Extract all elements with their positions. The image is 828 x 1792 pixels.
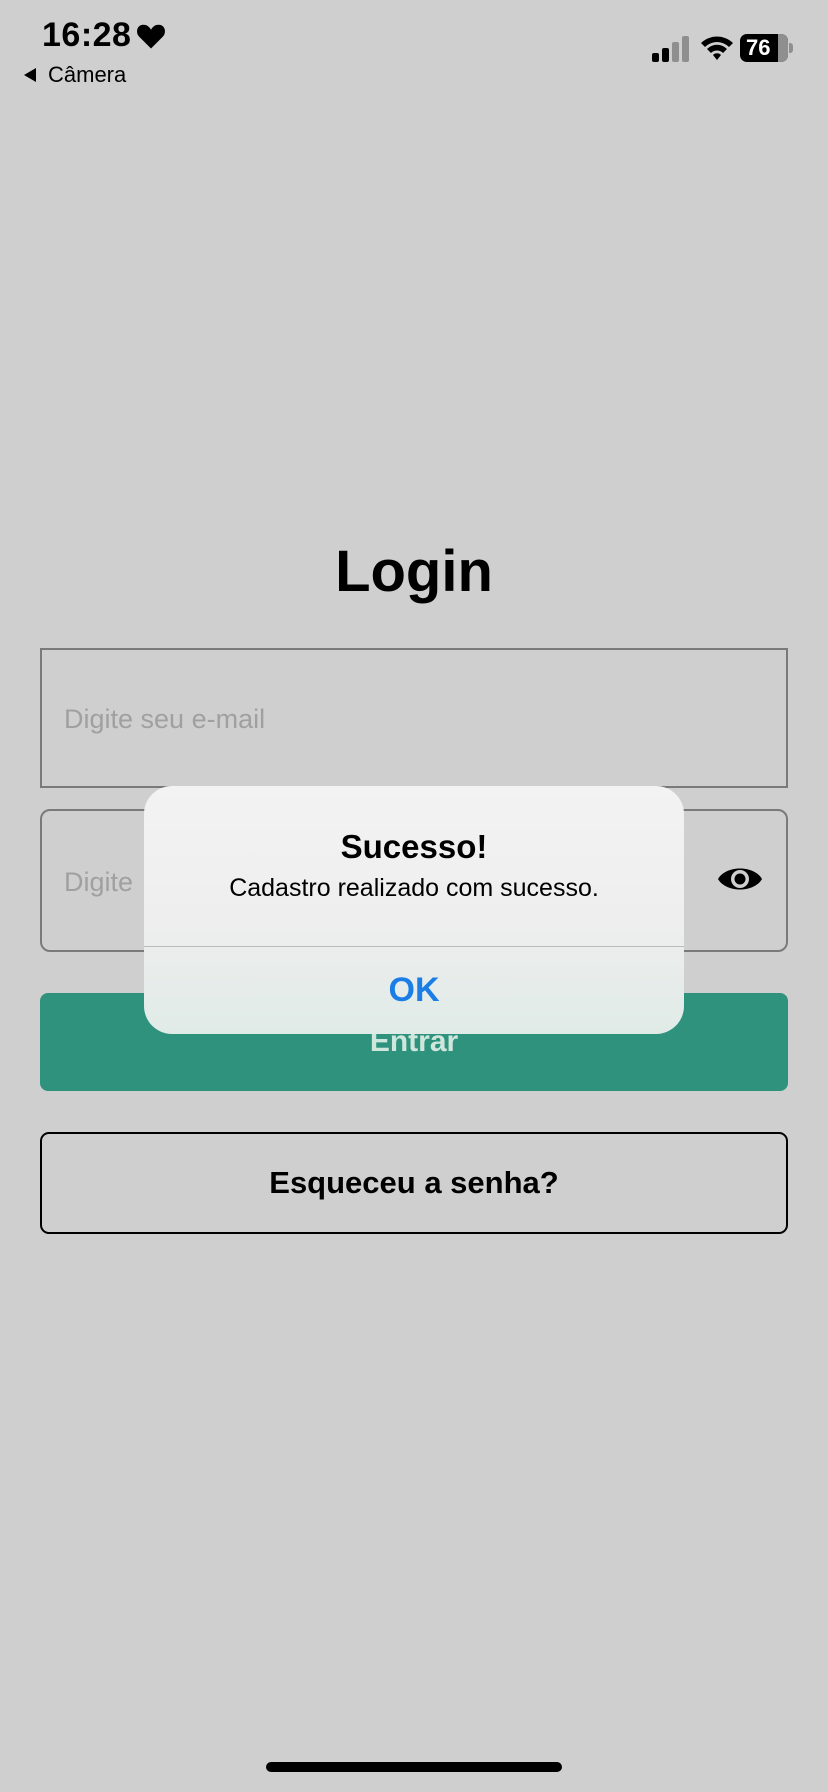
back-arrow-icon [24, 68, 36, 82]
alert-title: Sucesso! [340, 828, 488, 865]
page-title: Login [335, 539, 493, 604]
email-placeholder: Digite seu e-mail [64, 704, 266, 734]
wifi-icon [701, 36, 733, 60]
status-time: 16:28 [42, 16, 132, 54]
back-label: Câmera [48, 62, 127, 87]
battery-level: 76 [746, 35, 771, 60]
email-field[interactable]: Digite seu e-mail [40, 648, 788, 788]
home-indicator[interactable] [266, 1762, 562, 1772]
cellular-signal-icon [652, 36, 689, 62]
status-bar: 16:28 Câmera 76 [0, 0, 828, 100]
alert-message: Cadastro realizado com sucesso. [229, 874, 599, 902]
forgot-password-button[interactable]: Esqueceu a senha? [40, 1132, 788, 1234]
success-alert-dialog: Sucesso! Cadastro realizado com sucesso.… [144, 786, 684, 1034]
battery-icon: 76 [740, 34, 794, 62]
alert-ok-button[interactable]: OK [144, 947, 684, 1034]
eye-icon[interactable] [716, 861, 764, 897]
back-to-camera-link[interactable]: Câmera [24, 62, 126, 88]
password-placeholder: Digite [64, 867, 134, 897]
heart-icon [137, 24, 165, 49]
